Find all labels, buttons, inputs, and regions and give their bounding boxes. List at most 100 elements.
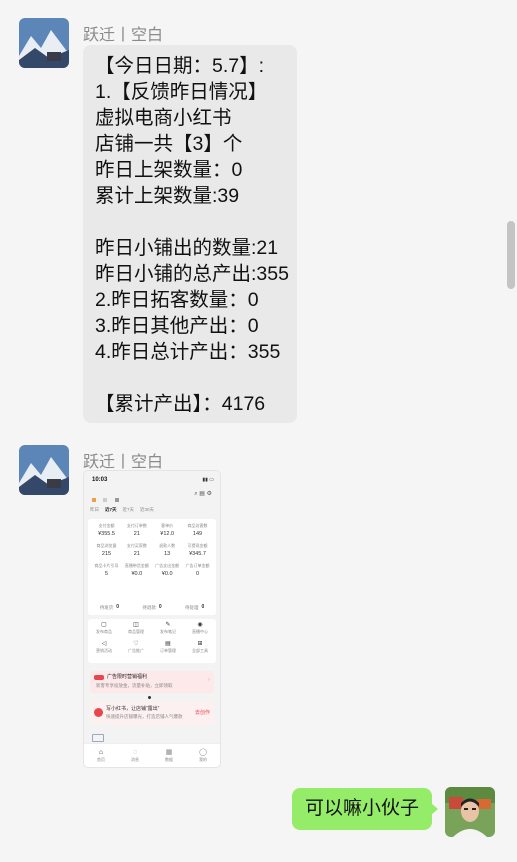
stat-label: 直播带货金额	[124, 563, 149, 568]
stat-value: 21	[133, 531, 140, 537]
tool-icon: ▤	[165, 641, 171, 647]
tool-label: 发布笔记	[160, 629, 176, 634]
tool-icon: ♡	[133, 641, 139, 647]
battery-icon: ▮▮ ▭	[202, 477, 214, 483]
stat-cell[interactable]: 直播带货金额 ¥0.0	[122, 563, 151, 577]
nav-item[interactable]: ⌂ 首页	[97, 749, 105, 762]
message-line: 2.昨日拓客数量：0	[95, 289, 259, 311]
stat-value: 5	[104, 571, 109, 577]
nav-label: 我的	[199, 757, 207, 762]
order-label: 待处理	[185, 604, 199, 610]
nav-icon: ⌂	[98, 749, 104, 756]
nav-item[interactable]: ▦ 数据	[165, 749, 173, 762]
message-line: 【累计产出】：4176	[95, 393, 266, 415]
banner1-title: 广告限时营销福利	[107, 674, 148, 680]
stat-label: 退款人数	[159, 543, 176, 548]
message-line: 虚拟电商小红书	[95, 107, 232, 129]
stat-value: 215	[101, 551, 112, 557]
stat-cell[interactable]: 支付订单数 21	[122, 523, 151, 537]
stat-cell[interactable]: 广告订单金额 0	[183, 563, 212, 577]
nav-icon: ▦	[165, 749, 173, 756]
tool-item[interactable]: ◉ 直播中心	[184, 622, 216, 641]
tool-label: 订单管理	[160, 648, 176, 653]
stat-label: 商品访客数	[187, 523, 208, 528]
promo-banner-ads[interactable]: 广告限时营销福利 新客专享投放金，流量补贴，立即领取 ›	[90, 671, 214, 693]
stats-row: 商品浏览量 215 支付买家数 21 退款人数 13 可提现金额 ¥345.7	[92, 543, 212, 557]
store-logo	[92, 489, 122, 502]
tool-label: 发布商品	[96, 629, 112, 634]
stat-label: 支付订单数	[126, 523, 147, 528]
tool-item[interactable]: ⊞ 全部工具	[184, 641, 216, 660]
bottom-nav: ⌂ 首页 ◌ 消息 ▦ 数据 ◯ 我的	[84, 743, 220, 767]
notes-icon	[94, 708, 103, 717]
stat-label: 商品卡片引导	[94, 563, 119, 568]
tool-icon: ⊞	[197, 641, 203, 647]
tab-period[interactable]: 近7天	[105, 507, 117, 515]
tool-item[interactable]: ♡ 广告推广	[120, 641, 152, 660]
stat-cell[interactable]: 支付金额 ¥355.5	[92, 523, 121, 537]
message-line: 昨日小铺出的数量:21	[95, 237, 279, 259]
banner2-sub: 快速提升店铺曝光，打造店铺人气爆款	[106, 714, 183, 719]
message-line: 店铺一共【3】个	[95, 133, 243, 155]
thumbnail	[92, 734, 104, 742]
tool-label: 商品管理	[128, 629, 144, 634]
chat-scrollbar[interactable]	[507, 221, 515, 289]
promo-banner-notes[interactable]: 写小红书，让店铺“露出” 快速提升店铺曝光，打造店铺人气爆款 去创作	[90, 702, 214, 724]
tool-icon: ▢	[101, 622, 107, 628]
message-line	[95, 209, 297, 235]
mountain-avatar-icon	[19, 445, 69, 495]
tools-grid: ▢ 发布商品 ◫ 商品管理 ✎ 发布笔记 ◉ 直播中心 ◁ 营销活动 ♡ 广告推广 ▤ 订单管理 ⊞ 全部工具	[88, 619, 216, 663]
sender-name: 跃迁丨空白	[83, 27, 164, 44]
nav-item[interactable]: ◌ 消息	[131, 749, 139, 762]
tool-item[interactable]: ◫ 商品管理	[120, 622, 152, 641]
order-status-item[interactable]: 待退款 0	[142, 604, 161, 610]
stat-value: 21	[133, 551, 140, 557]
stat-value: 149	[192, 531, 203, 537]
hot-badge	[94, 675, 104, 680]
create-button[interactable]: 去创作	[195, 709, 210, 716]
shot-time: 10:03	[92, 477, 108, 483]
message-bubble-reply[interactable]: 可以嘛小伙子	[292, 788, 438, 830]
tool-label: 全部工具	[192, 648, 208, 653]
tab-period[interactable]: 昨日	[90, 507, 99, 515]
tab-period[interactable]: 近30天	[140, 507, 154, 515]
order-value: 0	[158, 604, 162, 610]
stat-cell[interactable]: 商品卡片引导 5	[92, 563, 121, 577]
tab-period[interactable]: 近7天	[123, 507, 135, 515]
own-avatar[interactable]	[445, 787, 495, 837]
message-line: 【今日日期：5.7】:	[95, 55, 265, 77]
sender-avatar[interactable]	[19, 445, 69, 495]
tool-label: 直播中心	[192, 629, 208, 634]
message-bubble-report[interactable]: 【今日日期：5.7】: 1.【反馈昨日情况】 虚拟电商小红书 店铺一共【3】个 昨日上架…	[83, 45, 297, 423]
tool-item[interactable]: ▢ 发布商品	[88, 622, 120, 641]
stat-cell[interactable]: 客单价 ¥12.0	[153, 523, 182, 537]
message-line: 昨日上架数量：0	[95, 159, 243, 181]
order-status-item[interactable]: 待发货 0	[100, 604, 119, 610]
stat-cell[interactable]: 退款人数 13	[153, 543, 182, 557]
stat-label: 支付金额	[98, 523, 115, 528]
stat-value: ¥345.7	[189, 551, 206, 557]
sender-avatar[interactable]	[19, 18, 69, 68]
stat-cell[interactable]: 商品浏览量 215	[92, 543, 121, 557]
tool-item[interactable]: ◁ 营销活动	[88, 641, 120, 660]
stat-value: 13	[164, 551, 171, 557]
stat-cell[interactable]: 支付买家数 21	[122, 543, 151, 557]
order-value: 0	[116, 604, 119, 610]
order-status-item[interactable]: 待处理 0	[185, 604, 204, 610]
stat-label: 广告订单金额	[185, 563, 210, 568]
stat-cell[interactable]: 可提现金额 ¥345.7	[183, 543, 212, 557]
message-line: 4.昨日总计产出：355	[95, 341, 281, 363]
stat-label: 商品浏览量	[96, 543, 117, 548]
nav-item[interactable]: ◯ 我的	[199, 749, 207, 762]
nav-label: 消息	[131, 757, 139, 762]
nav-label: 首页	[97, 757, 105, 762]
tool-item[interactable]: ✎ 发布笔记	[152, 622, 184, 641]
tool-item[interactable]: ▤ 订单管理	[152, 641, 184, 660]
tool-icon: ◫	[133, 622, 139, 628]
banner1-sub: 新客专享投放金，流量补贴，立即领取	[96, 683, 173, 688]
stat-cell[interactable]: 广告支出金额 ¥0.0	[153, 563, 182, 577]
stat-cell[interactable]: 商品访客数 149	[183, 523, 212, 537]
message-line: 累计上架数量:39	[95, 185, 240, 207]
image-message-screenshot[interactable]: 10:03 ▮▮ ▭ ⌕ ▤ ⚙ 昨日 近7天 近7天 近30天 支付金额 ¥355.5…	[84, 471, 220, 767]
message-line: 3.昨日其他产出：0	[95, 315, 259, 337]
